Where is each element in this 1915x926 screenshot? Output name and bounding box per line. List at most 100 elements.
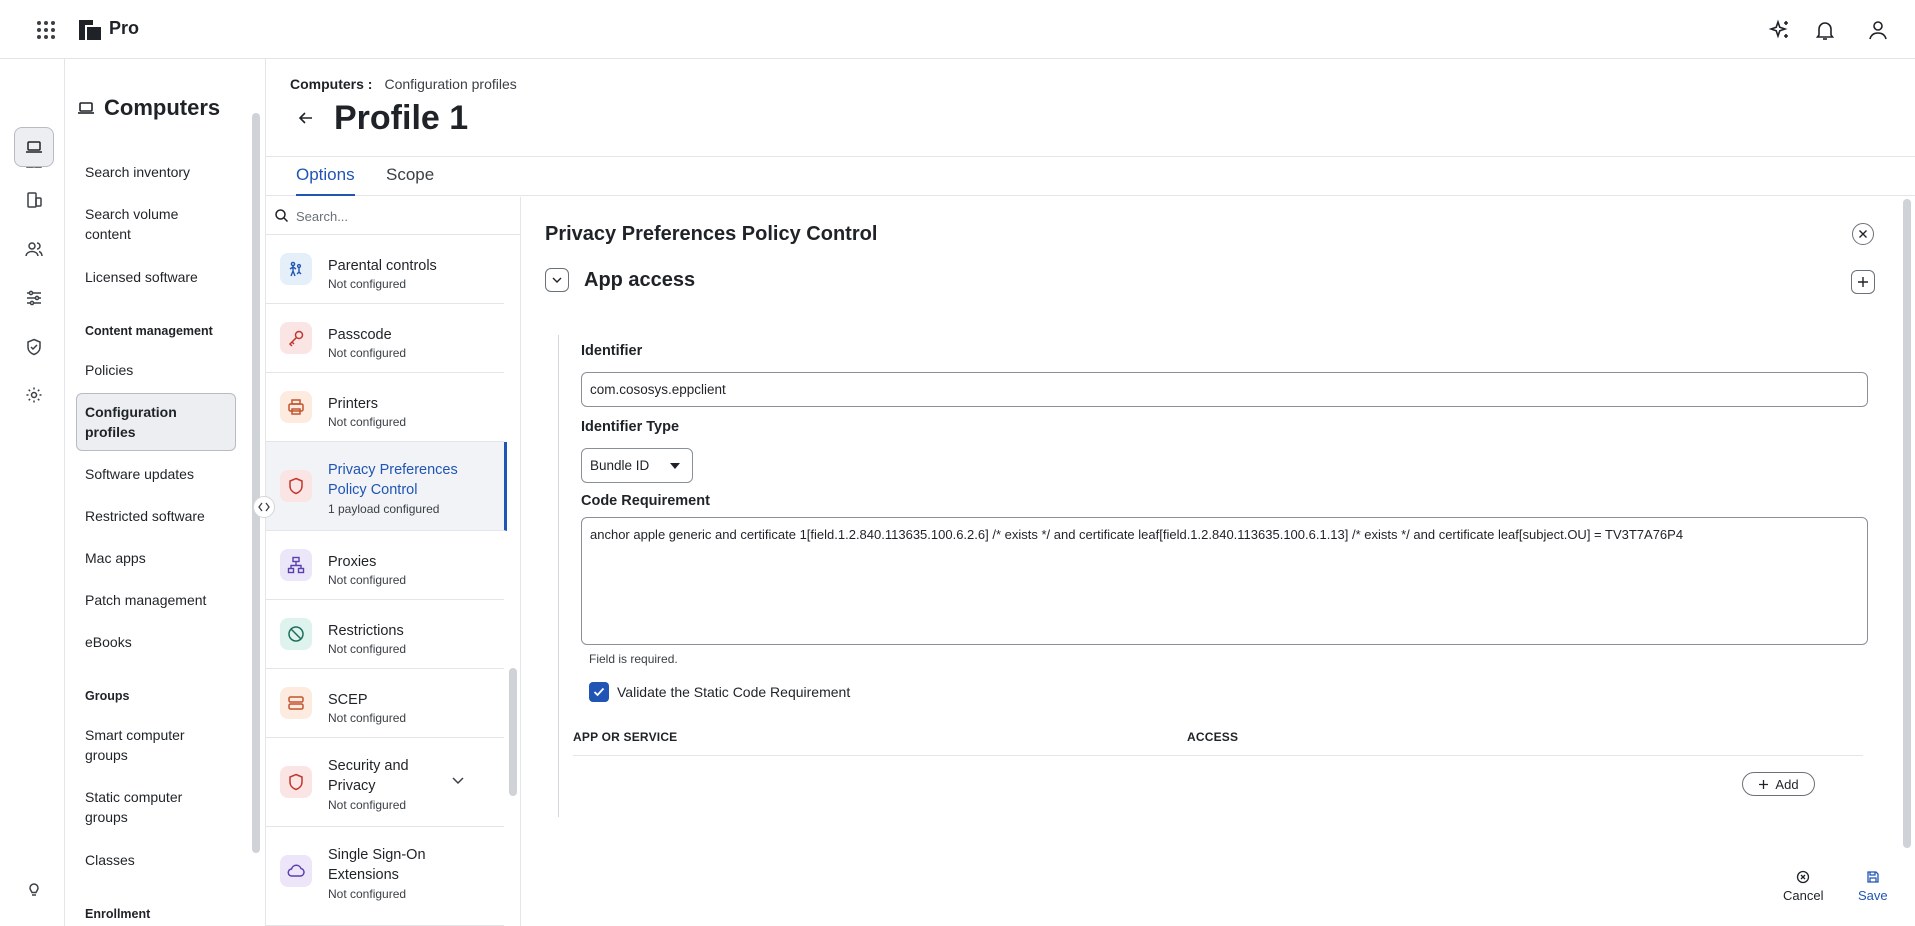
payload-search xyxy=(266,197,520,235)
payload-status: Not configured xyxy=(328,277,407,291)
back-arrow-icon[interactable] xyxy=(296,108,316,128)
printer-icon xyxy=(280,391,312,423)
key-icon xyxy=(280,322,312,354)
server-icon xyxy=(280,687,312,719)
access-table-header: APP OR SERVICE ACCESS xyxy=(573,730,1863,756)
nav-classes[interactable]: Classes xyxy=(85,850,235,870)
breadcrumb-current[interactable]: Configuration profiles xyxy=(384,76,516,92)
search-icon xyxy=(274,208,289,223)
tab-options[interactable]: Options xyxy=(296,165,355,196)
identifier-type-label: Identifier Type xyxy=(581,419,680,435)
chevron-down-icon[interactable] xyxy=(451,776,465,786)
col-app-or-service: APP OR SERVICE xyxy=(573,730,678,744)
nav-search-volume-content[interactable]: Search volume content xyxy=(85,204,205,244)
nav-static-computer-groups[interactable]: Static computer groups xyxy=(85,787,205,827)
gear-icon[interactable] xyxy=(14,375,54,415)
laptop-icon xyxy=(77,99,95,117)
shield-icon xyxy=(280,766,312,798)
brand-name: Pro xyxy=(109,18,140,38)
nav-smart-computer-groups[interactable]: Smart computer groups xyxy=(85,725,205,765)
close-payload-button[interactable] xyxy=(1852,223,1874,245)
section-title: App access xyxy=(584,269,696,291)
payload-item-passcode[interactable]: Passcode Not configured xyxy=(266,304,504,373)
payload-name: Passcode xyxy=(328,327,392,343)
payload-list-scrollbar[interactable] xyxy=(509,668,517,796)
add-label: Add xyxy=(1775,776,1799,792)
nav-title: Computers xyxy=(104,95,221,120)
payload-name: Security and Privacy xyxy=(328,758,409,794)
app-launcher-icon[interactable] xyxy=(35,19,57,41)
save-floppy-icon xyxy=(1866,870,1880,884)
save-button[interactable]: Save xyxy=(1858,870,1888,903)
validate-checkbox[interactable] xyxy=(589,682,609,702)
cancel-circle-icon xyxy=(1796,870,1810,884)
validate-label: Validate the Static Code Requirement xyxy=(617,684,851,700)
page-title: Profile 1 xyxy=(334,99,469,137)
nav-policies[interactable]: Policies xyxy=(85,360,235,380)
payload-status: Not configured xyxy=(328,798,407,812)
payload-name: Proxies xyxy=(328,554,377,570)
payload-status: Not configured xyxy=(328,346,407,360)
nav-licensed-software[interactable]: Licensed software xyxy=(85,267,235,287)
plus-icon xyxy=(1758,779,1769,790)
shield-icon xyxy=(280,470,312,502)
app-access-form: Identifier Identifier Type Bundle ID Cod… xyxy=(558,335,1898,817)
payload-status: Not configured xyxy=(328,573,407,587)
tab-scope[interactable]: Scope xyxy=(386,165,434,194)
payload-item-printers[interactable]: Printers Not configured xyxy=(266,373,504,442)
nav-ebooks[interactable]: eBooks xyxy=(85,632,235,652)
nav-software-updates[interactable]: Software updates xyxy=(85,464,235,484)
user-account-icon[interactable] xyxy=(1866,18,1890,42)
payload-item-security-and-privacy[interactable]: Security and Privacy Not configured xyxy=(266,738,504,827)
ai-sparkle-icon[interactable] xyxy=(1768,18,1792,42)
code-requirement-hint: Field is required. xyxy=(589,652,678,666)
nav-search-inventory[interactable]: Search inventory xyxy=(85,162,235,182)
editor-scrollbar[interactable] xyxy=(1903,199,1911,848)
payload-status: Not configured xyxy=(328,642,407,656)
restricted-icon xyxy=(280,618,312,650)
payload-status: Not configured xyxy=(328,415,407,429)
payload-name: Printers xyxy=(328,396,378,412)
collapse-section-button[interactable] xyxy=(545,268,569,292)
payload-item-proxies[interactable]: Proxies Not configured xyxy=(266,531,504,600)
notifications-bell-icon[interactable] xyxy=(1813,18,1837,42)
payload-item-privacy-preferences[interactable]: Privacy Preferences Policy Control 1 pay… xyxy=(266,442,507,531)
payload-item-parental-controls[interactable]: Parental controls Not configured xyxy=(266,235,504,304)
security-shield-icon[interactable] xyxy=(14,327,54,367)
left-navigation: Computers Search inventory Search volume… xyxy=(65,59,265,926)
left-nav-scrollbar[interactable] xyxy=(252,113,260,853)
identifier-type-select[interactable]: Bundle ID xyxy=(581,448,693,483)
mobile-devices-icon[interactable] xyxy=(14,180,54,220)
users-icon[interactable] xyxy=(14,229,54,269)
tab-bar: Options Scope xyxy=(266,156,1915,196)
payload-item-scep[interactable]: SCEP Not configured xyxy=(266,669,504,738)
payload-name: SCEP xyxy=(328,692,368,708)
settings-sliders-icon[interactable] xyxy=(14,278,54,318)
payload-item-restrictions[interactable]: Restrictions Not configured xyxy=(266,600,504,669)
add-section-button[interactable] xyxy=(1851,270,1875,294)
payload-name: Parental controls xyxy=(328,258,437,274)
close-icon xyxy=(1858,229,1868,239)
nav-mac-apps[interactable]: Mac apps xyxy=(85,548,235,568)
payload-search-input[interactable] xyxy=(296,206,506,226)
plus-icon xyxy=(1857,276,1869,288)
chevron-down-icon xyxy=(551,276,563,284)
code-requirement-textarea[interactable]: anchor apple generic and certificate 1[f… xyxy=(581,517,1868,645)
payload-item-single-sign-on[interactable]: Single Sign-On Extensions Not configured xyxy=(266,827,504,926)
lightbulb-icon[interactable] xyxy=(14,869,54,909)
add-access-button[interactable]: Add xyxy=(1742,772,1815,796)
editor-title: Privacy Preferences Policy Control xyxy=(545,223,878,245)
code-chevrons-icon xyxy=(258,502,270,512)
breadcrumb-section[interactable]: Computers : xyxy=(290,76,372,92)
computers-laptop-icon[interactable] xyxy=(14,127,54,167)
identifier-type-value: Bundle ID xyxy=(590,458,650,473)
cancel-button[interactable]: Cancel xyxy=(1783,870,1823,903)
nav-restricted-software[interactable]: Restricted software xyxy=(85,506,235,526)
payload-status: Not configured xyxy=(328,887,407,901)
save-label: Save xyxy=(1858,888,1888,903)
identifier-input[interactable] xyxy=(581,372,1868,407)
nav-configuration-profiles[interactable]: Configuration profiles xyxy=(76,393,236,451)
nav-patch-management[interactable]: Patch management xyxy=(85,590,235,610)
nav-title-row: Computers xyxy=(77,95,220,121)
collapse-nav-button[interactable] xyxy=(253,496,275,518)
